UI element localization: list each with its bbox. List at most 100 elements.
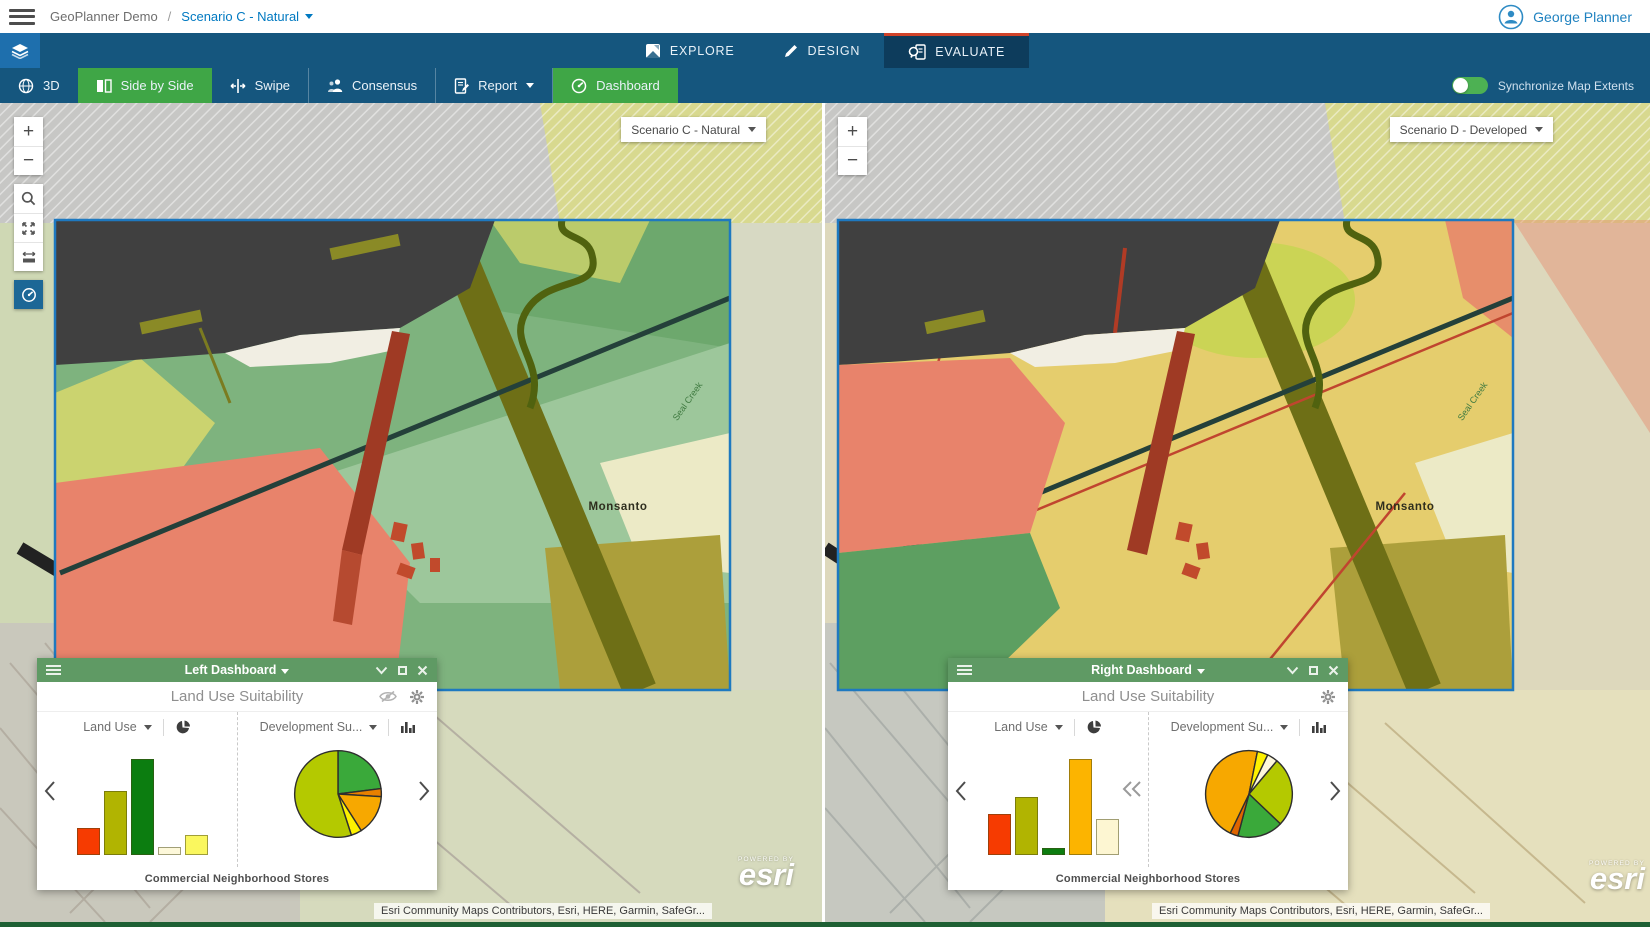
dashboard-menu-icon[interactable] (46, 665, 61, 675)
dashboard-title[interactable]: Left Dashboard (185, 663, 277, 677)
dashboard-menu-icon[interactable] (957, 665, 972, 675)
development-suitability-selector[interactable]: Development Su... (1149, 712, 1348, 742)
tab-explore[interactable]: EXPLORE (621, 33, 759, 68)
land-use-selector[interactable]: Land Use (37, 712, 237, 742)
measure-icon[interactable] (14, 242, 43, 271)
chevron-down-icon (1197, 669, 1205, 674)
maximize-icon[interactable] (398, 666, 407, 675)
dashboard-subtitle: Land Use Suitability (1082, 688, 1215, 705)
globe-icon (18, 78, 34, 94)
collapse-icon[interactable] (1286, 666, 1299, 675)
nav-bar: EXPLORE DESIGN EVALUATE (0, 33, 1650, 68)
nav-tabs: EXPLORE DESIGN EVALUATE (0, 33, 1650, 68)
pie-chart-icon[interactable] (175, 719, 191, 735)
development-suitability-pie-chart (292, 748, 384, 840)
close-icon[interactable] (1328, 665, 1339, 676)
zoom-out-button[interactable]: − (14, 146, 43, 175)
next-indicator-arrow[interactable] (418, 780, 430, 802)
esri-logo: POWERED BY esri (738, 856, 794, 888)
right-dashboard-panel: Right Dashboard Land Use Suitability (948, 658, 1348, 890)
sync-extents-label: Synchronize Map Extents (1498, 79, 1634, 93)
development-suitability-chart-panel: Development Su... (237, 712, 437, 867)
chevron-down-icon (1280, 725, 1288, 730)
land-use-chart-panel: Land Use (37, 712, 237, 867)
right-scenario-select[interactable]: Scenario D - Developed (1390, 117, 1553, 142)
search-icon[interactable] (14, 184, 43, 213)
report-button[interactable]: Report (436, 68, 553, 103)
app-title: GeoPlanner Demo (50, 9, 158, 24)
pie-chart-icon[interactable] (1086, 719, 1102, 735)
map-attribution: Esri Community Maps Contributors, Esri, … (1152, 903, 1490, 919)
gear-icon[interactable] (409, 689, 425, 705)
indicator-caption: Commercial Neighborhood Stores (37, 867, 437, 890)
map-area: Seal Creek Monsanto Scenario C - Natural… (0, 103, 1650, 922)
breadcrumb: GeoPlanner Demo / Scenario C - Natural (50, 9, 313, 24)
zoom-out-button[interactable]: − (838, 146, 867, 175)
main-menu-icon[interactable] (9, 9, 35, 25)
collapse-panel-arrow[interactable] (1122, 780, 1142, 798)
sync-extents-toggle[interactable] (1452, 77, 1488, 94)
3d-button[interactable]: 3D (0, 68, 78, 103)
dashboard-button[interactable]: Dashboard (553, 68, 678, 103)
development-suitability-chart-panel: Development Su... (1148, 712, 1348, 867)
dashboard-title[interactable]: Right Dashboard (1091, 663, 1192, 677)
top-bar: GeoPlanner Demo / Scenario C - Natural G… (0, 0, 1650, 33)
collapse-icon[interactable] (375, 666, 388, 675)
prev-indicator-arrow[interactable] (44, 780, 56, 802)
bar-chart-icon[interactable] (400, 720, 415, 734)
gauge-icon (571, 78, 587, 94)
gear-icon[interactable] (1320, 689, 1336, 705)
indicator-caption: Commercial Neighborhood Stores (948, 867, 1348, 890)
tab-evaluate[interactable]: EVALUATE (884, 33, 1029, 68)
map-attribution: Esri Community Maps Contributors, Esri, … (374, 903, 712, 919)
user-menu[interactable]: George Planner (1498, 0, 1632, 33)
chevron-down-icon (1055, 725, 1063, 730)
dashboard-header: Left Dashboard (37, 658, 437, 682)
evaluate-toolbar: 3D Side by Side Swipe Consens (0, 68, 1650, 103)
dashboard-charts: Land Use Development Su... (948, 712, 1348, 867)
right-map: Seal Creek Monsanto Scenario D - Develop… (825, 103, 1650, 922)
geoplanner-app: GeoPlanner Demo / Scenario C - Natural G… (0, 0, 1650, 927)
swipe-icon (230, 79, 246, 93)
close-icon[interactable] (417, 665, 428, 676)
chevron-down-icon (526, 83, 534, 88)
chevron-down-icon (369, 725, 377, 730)
left-map: Seal Creek Monsanto Scenario C - Natural… (0, 103, 822, 922)
tab-design[interactable]: DESIGN (759, 33, 885, 68)
user-name: George Planner (1533, 9, 1632, 25)
hide-eye-icon[interactable] (379, 690, 397, 703)
land-use-bar-chart (988, 759, 1119, 855)
consensus-button[interactable]: Consensus (309, 68, 436, 103)
development-suitability-pie-chart (1203, 748, 1295, 840)
land-use-bar-chart (77, 759, 208, 855)
zoom-in-button[interactable]: + (14, 117, 43, 146)
swipe-button[interactable]: Swipe (212, 68, 309, 103)
expand-icon[interactable] (14, 213, 43, 242)
maximize-icon[interactable] (1309, 666, 1318, 675)
chevron-down-icon (281, 669, 289, 674)
development-suitability-selector[interactable]: Development Su... (238, 712, 437, 742)
place-label: Monsanto (588, 501, 647, 513)
bottom-edge-strip (0, 922, 1650, 927)
bar-chart-icon[interactable] (1311, 720, 1326, 734)
dashboard-subtitle: Land Use Suitability (171, 688, 304, 705)
pencil-icon (783, 43, 799, 59)
chevron-down-icon (748, 127, 756, 132)
scenario-menu[interactable]: Scenario C - Natural (181, 9, 313, 24)
zoom-in-button[interactable]: + (838, 117, 867, 146)
avatar-icon (1498, 4, 1524, 30)
next-indicator-arrow[interactable] (1329, 780, 1341, 802)
chevron-down-icon (1535, 127, 1543, 132)
dashboard-tool-icon[interactable] (14, 280, 43, 309)
land-use-chart-panel: Land Use (948, 712, 1148, 867)
explore-icon (645, 43, 661, 59)
esri-logo: POWERED BY esri (1589, 860, 1645, 892)
chevron-down-icon (305, 14, 313, 19)
land-use-selector[interactable]: Land Use (948, 712, 1148, 742)
prev-indicator-arrow[interactable] (955, 780, 967, 802)
right-map-tools: + − (838, 117, 867, 184)
side-by-side-icon (96, 79, 112, 93)
evaluate-icon (908, 44, 926, 60)
left-scenario-select[interactable]: Scenario C - Natural (621, 117, 766, 142)
side-by-side-button[interactable]: Side by Side (78, 68, 212, 103)
